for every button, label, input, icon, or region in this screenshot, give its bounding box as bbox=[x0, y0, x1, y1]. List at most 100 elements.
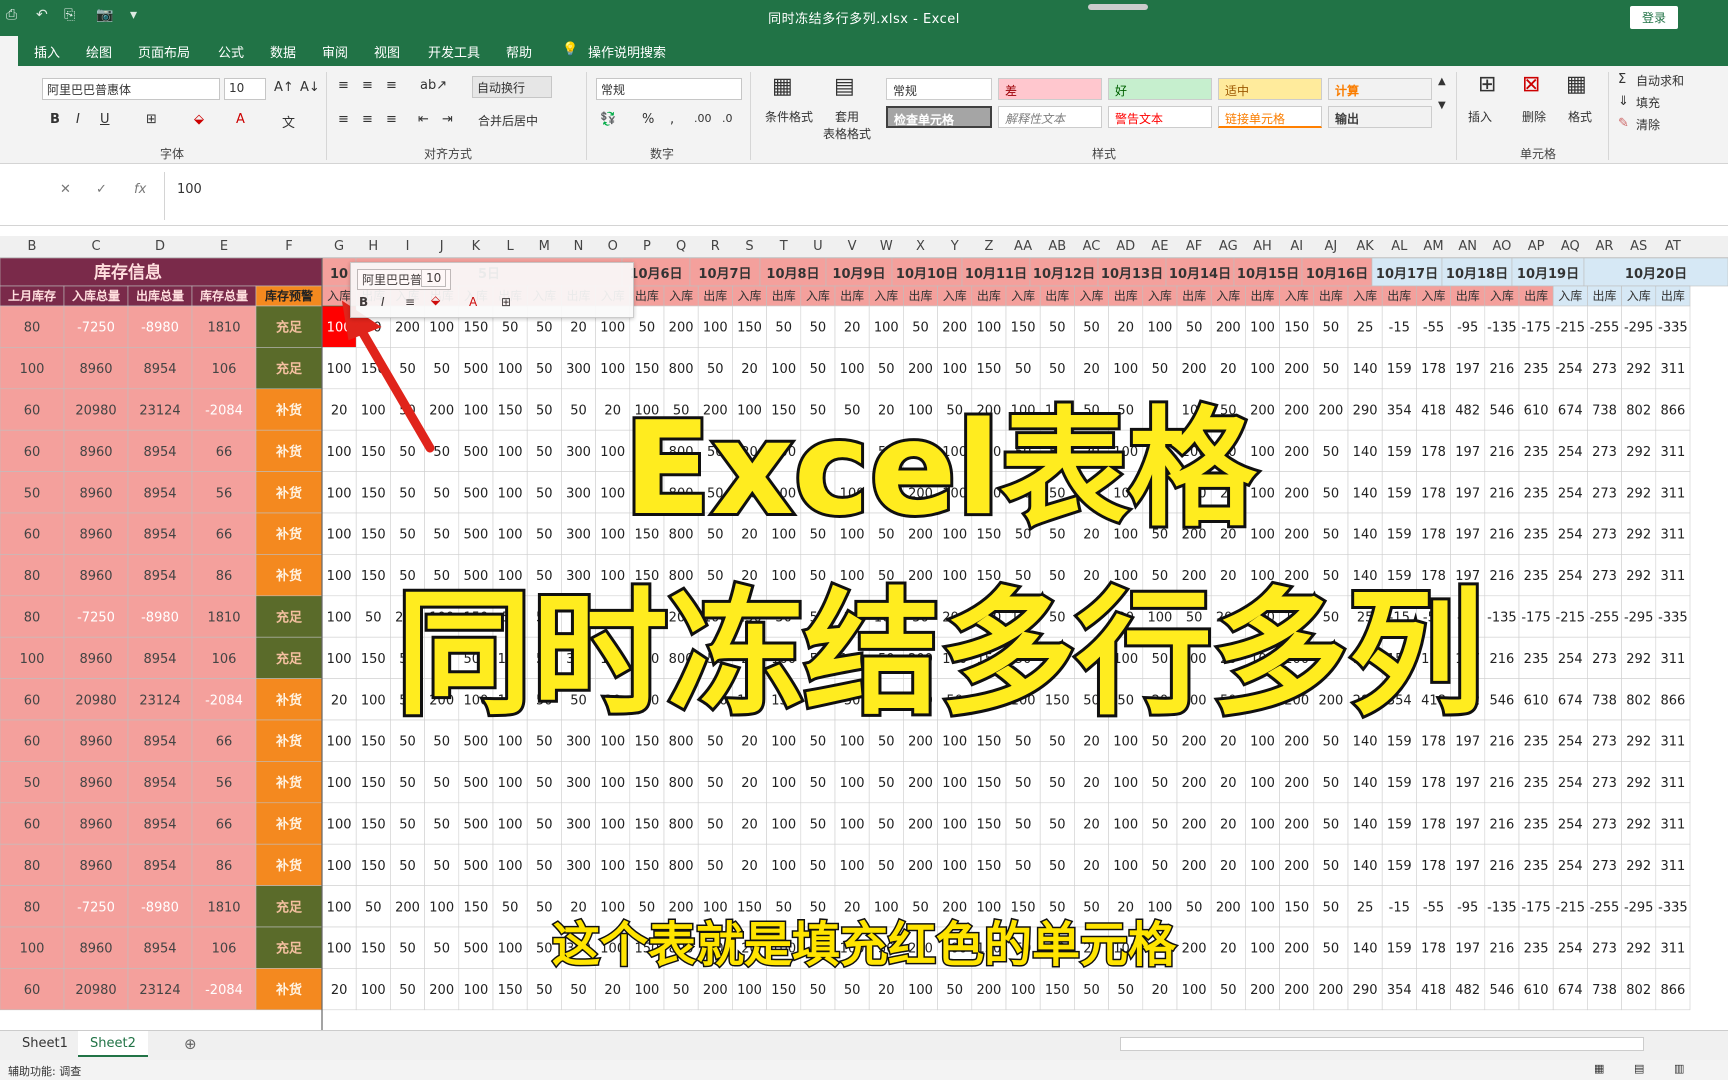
mini-border-icon[interactable]: ⊞ bbox=[501, 295, 511, 309]
column-header-ak[interactable]: AK bbox=[1348, 239, 1382, 254]
column-header-am[interactable]: AM bbox=[1416, 239, 1450, 254]
font-size-select[interactable]: 10 bbox=[224, 78, 266, 100]
page-break-view-icon[interactable]: ▥ bbox=[1674, 1062, 1684, 1075]
style-bad[interactable]: 差 bbox=[998, 78, 1102, 100]
tab-formulas[interactable]: 公式 bbox=[218, 42, 244, 61]
tab-draw[interactable]: 绘图 bbox=[86, 42, 112, 61]
column-header-al[interactable]: AL bbox=[1382, 239, 1416, 254]
underline-button[interactable]: U bbox=[100, 112, 110, 127]
mini-font-color-icon[interactable]: A bbox=[469, 295, 477, 309]
decrease-indent-icon[interactable]: ⇤ bbox=[418, 112, 429, 127]
style-neutral[interactable]: 适中 bbox=[1218, 78, 1322, 100]
column-header-o[interactable]: O bbox=[596, 239, 630, 254]
tab-insert[interactable]: 插入 bbox=[34, 42, 60, 61]
insert-function-icon[interactable]: fx bbox=[134, 182, 146, 197]
border-icon[interactable]: ⊞ bbox=[146, 112, 157, 127]
align-left-icon[interactable]: ≡ bbox=[338, 112, 349, 127]
tell-me-search[interactable]: 操作说明搜索 bbox=[588, 42, 666, 61]
column-header-e[interactable]: E bbox=[192, 239, 256, 254]
style-explanatory[interactable]: 解释性文本 bbox=[998, 106, 1102, 128]
font-color-icon[interactable]: A bbox=[236, 112, 245, 127]
styles-scroll-down-icon[interactable]: ▼ bbox=[1438, 100, 1446, 111]
column-header-d[interactable]: D bbox=[128, 239, 192, 254]
mini-toolbar[interactable]: 阿里巴巴普惠体 10 B I ≡ ⬙ A ⊞ bbox=[350, 262, 634, 318]
column-header-w[interactable]: W bbox=[869, 239, 903, 254]
tab-data[interactable]: 数据 bbox=[270, 42, 296, 61]
column-header-ar[interactable]: AR bbox=[1587, 239, 1621, 254]
add-sheet-icon[interactable]: ⊕ bbox=[184, 1035, 197, 1053]
formula-input[interactable]: 100 bbox=[164, 172, 1728, 220]
normal-view-icon[interactable]: ▦ bbox=[1594, 1062, 1604, 1075]
bold-button[interactable]: B bbox=[50, 112, 60, 127]
table-format-icon[interactable]: ▤ bbox=[834, 74, 855, 99]
column-header-h[interactable]: H bbox=[356, 239, 390, 254]
shrink-font-icon[interactable]: A↓ bbox=[300, 80, 320, 95]
fill-button[interactable]: 填充 bbox=[1636, 94, 1660, 111]
comma-icon[interactable]: , bbox=[670, 112, 674, 127]
phonetic-icon[interactable]: 文 bbox=[282, 112, 295, 131]
cancel-icon[interactable]: ✕ bbox=[60, 182, 71, 197]
column-header-q[interactable]: Q bbox=[664, 239, 698, 254]
page-layout-view-icon[interactable]: ▤ bbox=[1634, 1062, 1644, 1075]
format-cells-button[interactable]: 格式 bbox=[1568, 108, 1592, 125]
column-header-x[interactable]: X bbox=[903, 239, 937, 254]
column-header-ai[interactable]: AI bbox=[1280, 239, 1314, 254]
fill-color-icon[interactable]: ⬙ bbox=[194, 112, 204, 127]
accounting-icon[interactable]: 💱 bbox=[600, 112, 616, 127]
tab-page-layout[interactable]: 页面布局 bbox=[138, 42, 190, 61]
column-header-b[interactable]: B bbox=[0, 239, 64, 254]
tab-help[interactable]: 帮助 bbox=[506, 42, 532, 61]
column-header-an[interactable]: AN bbox=[1451, 239, 1485, 254]
mini-bold-button[interactable]: B bbox=[359, 295, 368, 309]
conditional-format-button[interactable]: 条件格式 bbox=[758, 108, 820, 125]
increase-decimal-icon[interactable]: .00 bbox=[694, 112, 712, 125]
column-header-z[interactable]: Z bbox=[972, 239, 1006, 254]
sheet-tab-sheet2[interactable]: Sheet2 bbox=[78, 1031, 148, 1057]
align-top-icon[interactable]: ≡ bbox=[338, 78, 349, 93]
column-header-r[interactable]: R bbox=[698, 239, 732, 254]
tab-view[interactable]: 视图 bbox=[374, 42, 400, 61]
column-header-p[interactable]: P bbox=[630, 239, 664, 254]
column-header-ah[interactable]: AH bbox=[1245, 239, 1279, 254]
style-normal[interactable]: 常规 bbox=[886, 78, 992, 100]
column-header-j[interactable]: J bbox=[425, 239, 459, 254]
column-header-v[interactable]: V bbox=[835, 239, 869, 254]
style-linked[interactable]: 链接单元格 bbox=[1218, 106, 1322, 128]
column-header-af[interactable]: AF bbox=[1177, 239, 1211, 254]
column-header-aj[interactable]: AJ bbox=[1314, 239, 1348, 254]
autosum-icon[interactable]: Σ bbox=[1618, 72, 1626, 87]
column-header-ad[interactable]: AD bbox=[1109, 239, 1143, 254]
column-header-aq[interactable]: AQ bbox=[1553, 239, 1587, 254]
grow-font-icon[interactable]: A↑ bbox=[274, 80, 294, 95]
mini-italic-button[interactable]: I bbox=[381, 295, 385, 309]
clear-button[interactable]: 清除 bbox=[1636, 116, 1660, 133]
merge-center-button[interactable]: 合并后居中 bbox=[474, 110, 578, 132]
column-header-k[interactable]: K bbox=[459, 239, 493, 254]
column-header-at[interactable]: AT bbox=[1656, 239, 1690, 254]
tab-review[interactable]: 审阅 bbox=[322, 42, 348, 61]
enter-icon[interactable]: ✓ bbox=[96, 182, 107, 197]
align-center-icon[interactable]: ≡ bbox=[362, 112, 373, 127]
column-header-u[interactable]: U bbox=[801, 239, 835, 254]
font-name-select[interactable]: 阿里巴巴普惠体 bbox=[42, 78, 220, 100]
column-header-ap[interactable]: AP bbox=[1519, 239, 1553, 254]
column-header-ac[interactable]: AC bbox=[1074, 239, 1108, 254]
column-header-l[interactable]: L bbox=[493, 239, 527, 254]
tab-developer[interactable]: 开发工具 bbox=[428, 42, 480, 61]
decrease-decimal-icon[interactable]: .0 bbox=[722, 112, 733, 125]
table-format-button[interactable]: 套用 表格格式 bbox=[814, 108, 880, 142]
style-calc[interactable]: 计算 bbox=[1328, 78, 1432, 100]
insert-cells-button[interactable]: 插入 bbox=[1468, 108, 1492, 125]
style-good[interactable]: 好 bbox=[1108, 78, 1212, 100]
percent-icon[interactable]: % bbox=[642, 112, 654, 127]
column-header-m[interactable]: M bbox=[527, 239, 561, 254]
eraser-icon[interactable]: ✎ bbox=[1618, 116, 1629, 131]
column-header-t[interactable]: T bbox=[767, 239, 801, 254]
orientation-icon[interactable]: ab↗ bbox=[420, 78, 447, 93]
increase-indent-icon[interactable]: ⇥ bbox=[442, 112, 453, 127]
wrap-text-button[interactable]: 自动换行 bbox=[472, 76, 552, 98]
styles-scroll-up-icon[interactable]: ▲ bbox=[1438, 76, 1446, 87]
italic-button[interactable]: I bbox=[76, 112, 80, 127]
column-header-ae[interactable]: AE bbox=[1143, 239, 1177, 254]
column-header-g[interactable]: G bbox=[322, 239, 356, 254]
